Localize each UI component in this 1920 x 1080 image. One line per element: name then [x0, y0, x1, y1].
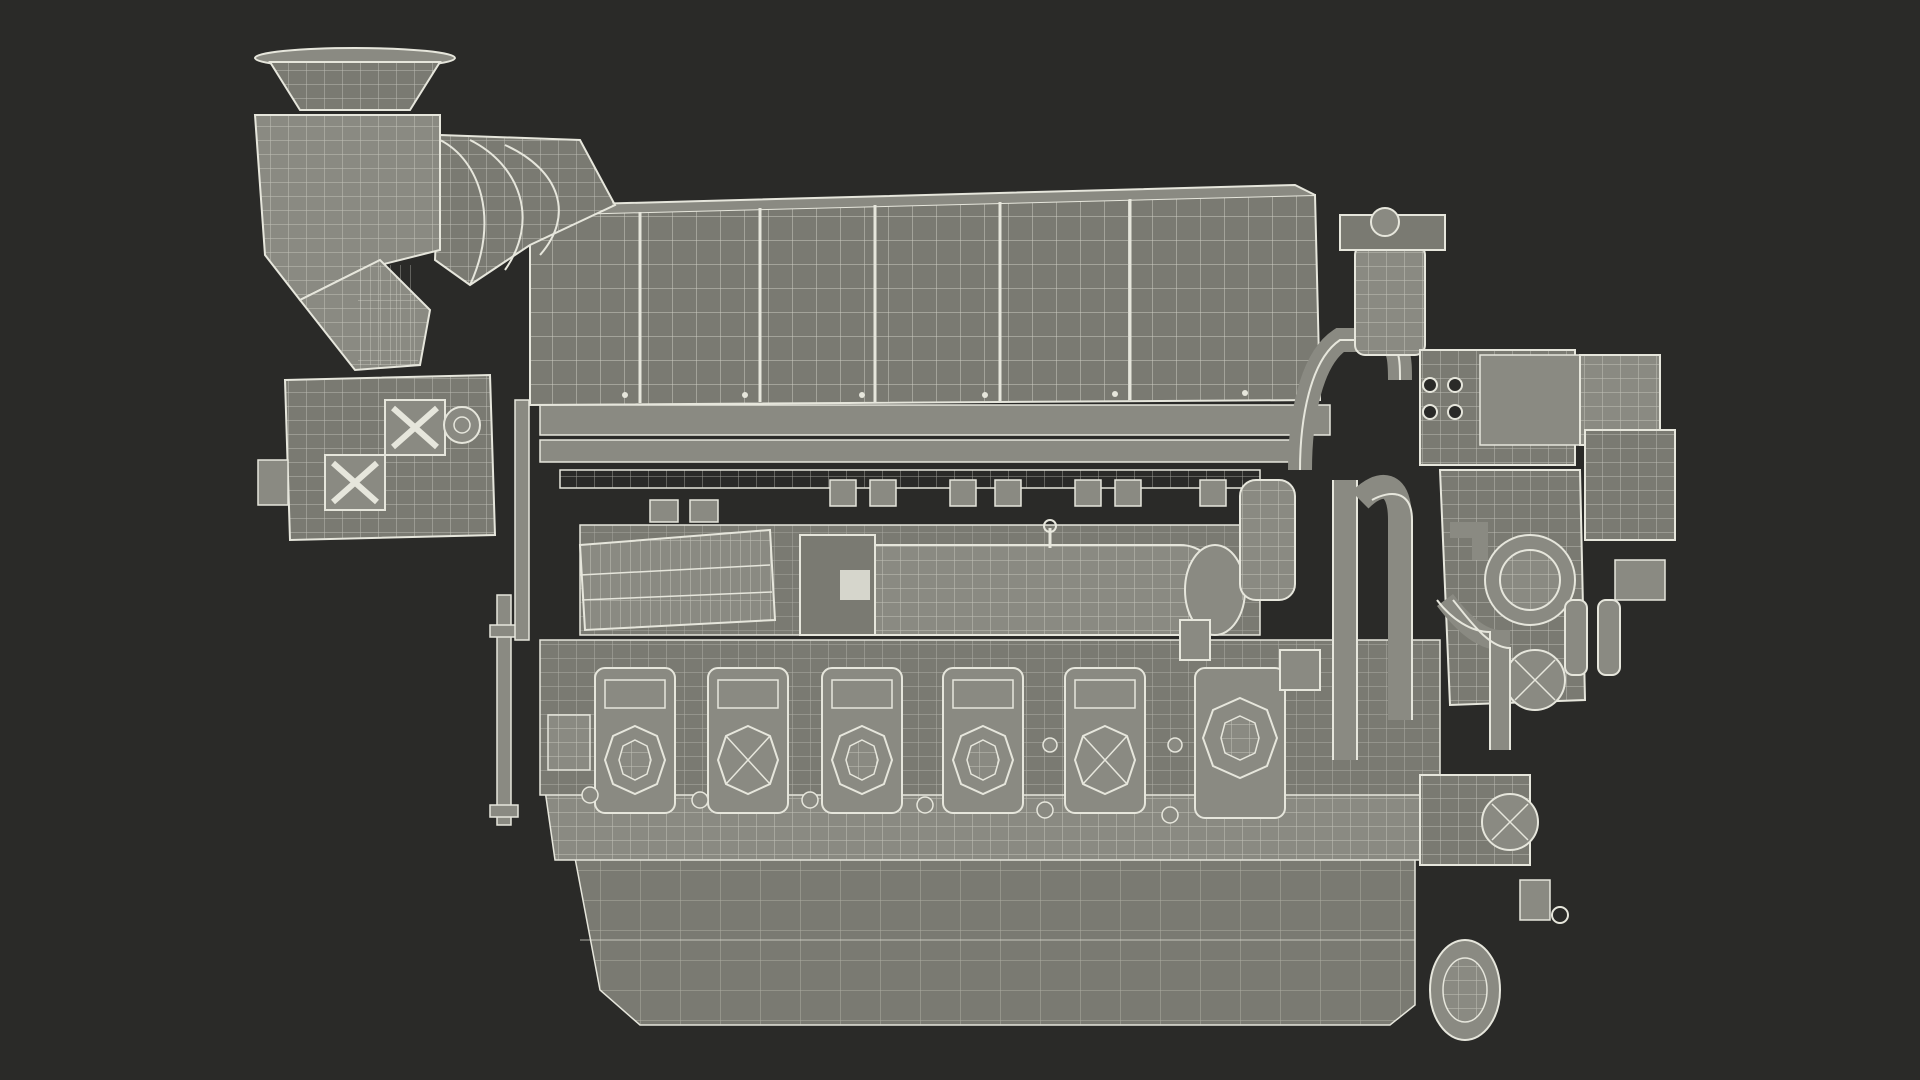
crank-pulley — [1429, 939, 1501, 1041]
governor-housing — [1579, 354, 1676, 601]
crankcase-door-6 — [1194, 667, 1286, 819]
crankcase-door-2 — [707, 667, 789, 814]
crankcase-door-1 — [594, 667, 676, 814]
left-drain-pipe — [489, 399, 530, 826]
oil-filter-canister — [1239, 479, 1296, 601]
crankcase-door-5 — [1064, 667, 1146, 814]
crankcase-door-4 — [942, 667, 1024, 814]
control-junction-box — [1419, 349, 1581, 466]
exhaust-cooler-box — [257, 373, 497, 542]
intercooler-box — [578, 528, 777, 632]
fuel-rail-pipes — [539, 404, 1331, 489]
fuel-filters-right — [1564, 599, 1621, 676]
right-tank — [1339, 207, 1446, 356]
valve-cover-assembly — [529, 183, 1322, 407]
crankcase-door-3 — [821, 667, 903, 814]
air-intake-bell — [254, 47, 456, 111]
block-side-plate — [547, 714, 591, 771]
flywheel-housing — [1438, 469, 1587, 711]
oil-sump — [574, 857, 1416, 1026]
engine-wireframe-render — [253, 47, 1676, 1041]
front-pump — [1419, 774, 1569, 924]
render-viewport — [0, 0, 1920, 1080]
